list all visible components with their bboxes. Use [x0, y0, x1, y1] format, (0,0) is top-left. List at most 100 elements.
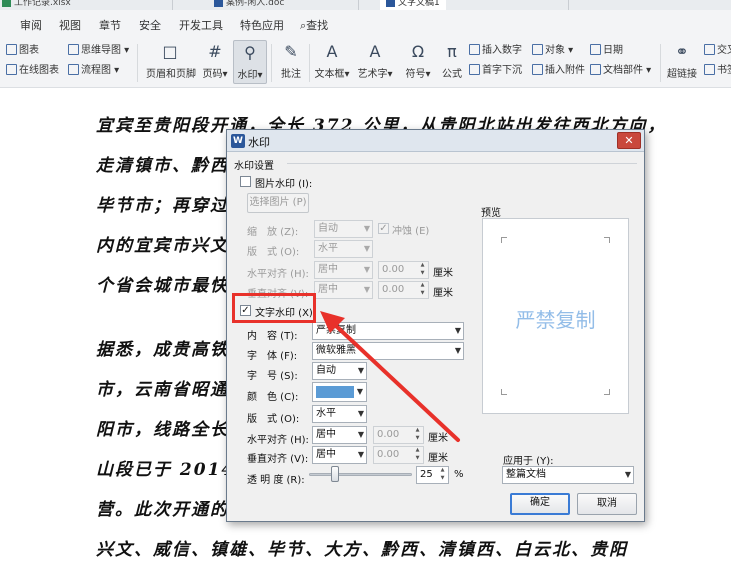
- date-label: 日期: [603, 45, 623, 56]
- chevron-down-icon: ▼: [454, 346, 461, 355]
- preview-watermark-text: 严禁复制: [515, 308, 596, 332]
- menu-developer-tools[interactable]: 开发工具: [179, 17, 223, 33]
- transparency-spinner[interactable]: 25 ▲ ▼: [416, 466, 449, 484]
- mindmap-button[interactable]: 思维导图 ▾: [68, 44, 129, 58]
- picture-h-align-combo[interactable]: 居中 ▼: [314, 261, 373, 279]
- menu-security[interactable]: 安全: [139, 17, 161, 33]
- doc-line: 市，云南省昭通: [96, 380, 229, 400]
- object-button[interactable]: 对象 ▾: [532, 44, 573, 58]
- tab-label: 文字文稿1: [398, 0, 440, 8]
- formula-button[interactable]: π 公式: [437, 40, 467, 84]
- tab-worklog-xlsx[interactable]: 工作记录.xlsx: [2, 0, 71, 10]
- insert-number-button[interactable]: 插入数字: [469, 44, 522, 58]
- text-h-offset-spinner[interactable]: 0.00 ▲ ▼: [373, 426, 424, 444]
- chevron-down-icon: ▼: [454, 326, 461, 335]
- picture-h-align-label: 水平对齐 (H):: [247, 269, 309, 280]
- watermark-button[interactable]: ⚲ 水印▾: [233, 40, 267, 84]
- dialog-titlebar[interactable]: W 水印 ✕: [227, 130, 644, 152]
- watermark-dialog: W 水印 ✕ 水印设置 图片水印 (I): 选择图片 (P) 缩 放 (Z): …: [226, 129, 645, 522]
- content-combo[interactable]: 严禁复制 ▼: [312, 322, 464, 340]
- page-number-label: 页码▾: [202, 69, 228, 80]
- preview-label: 预览: [481, 208, 501, 219]
- mindmap-label: 思维导图: [81, 45, 121, 56]
- group-divider: [287, 163, 637, 164]
- drop-cap-label: 首字下沉: [482, 65, 522, 76]
- comment-button[interactable]: ✎ 批注: [274, 40, 308, 84]
- drop-cap-button[interactable]: 首字下沉: [469, 64, 522, 78]
- wps-writer-icon: W: [231, 134, 245, 148]
- cross-reference-button[interactable]: 交叉: [704, 44, 731, 58]
- menu-section[interactable]: 章节: [99, 17, 121, 33]
- tab-label: 工作记录.xlsx: [14, 0, 71, 8]
- watermark-icon: ⚲: [244, 43, 256, 62]
- picture-v-align-combo[interactable]: 居中 ▼: [314, 281, 373, 299]
- select-picture-button[interactable]: 选择图片 (P): [247, 193, 309, 213]
- symbol-button[interactable]: Ω 符号▾: [401, 40, 435, 84]
- tab-case-doc[interactable]: 案例-闲人.doc: [214, 0, 284, 10]
- scale-combo[interactable]: 自动 ▼: [314, 220, 373, 238]
- link-icon: ⚭: [675, 42, 689, 61]
- flowchart-button[interactable]: 流程图 ▾: [68, 64, 119, 78]
- apply-to-combo[interactable]: 整篇文档 ▼: [502, 466, 634, 484]
- paperclip-icon: [532, 64, 543, 75]
- margin-corner-mark: [604, 389, 610, 395]
- bookmark-icon: [704, 64, 715, 75]
- text-v-offset-spinner[interactable]: 0.00 ▲ ▼: [373, 446, 424, 464]
- formula-label: 公式: [442, 69, 462, 80]
- menu-view[interactable]: 视图: [59, 17, 81, 33]
- tab-document1[interactable]: 文字文稿1: [380, 0, 446, 10]
- close-button[interactable]: ✕: [617, 132, 641, 149]
- menu-find[interactable]: ⌕查找: [300, 17, 328, 33]
- picture-h-offset-spinner[interactable]: 0.00 ▲ ▼: [378, 261, 429, 279]
- menu-special-apps[interactable]: 特色应用: [240, 17, 284, 33]
- text-v-align-combo[interactable]: 居中 ▼: [312, 446, 367, 464]
- size-combo[interactable]: 自动 ▼: [312, 362, 367, 380]
- picture-layout-combo[interactable]: 水平 ▼: [314, 240, 373, 258]
- hyperlink-button[interactable]: ⚭ 超链接: [664, 40, 700, 84]
- margin-corner-mark: [604, 237, 610, 243]
- bookmark-button[interactable]: 书签: [704, 64, 731, 78]
- drop-cap-icon: [469, 64, 480, 75]
- online-chart-button[interactable]: 在线图表: [6, 64, 59, 78]
- document-icon: [214, 0, 223, 7]
- date-button[interactable]: 日期: [590, 44, 623, 58]
- textbox-button[interactable]: A 文本框▾: [313, 40, 351, 84]
- close-icon: ✕: [624, 134, 634, 147]
- watermark-label: 水印▾: [237, 70, 263, 81]
- chart-button[interactable]: 图表: [6, 44, 39, 58]
- header-footer-button[interactable]: □ 页眉和页脚: [146, 40, 196, 84]
- chevron-down-icon: ▼: [356, 387, 363, 396]
- doc-line: 内的宜宾市兴文: [96, 236, 229, 256]
- content-label: 内 容 (T):: [247, 331, 298, 342]
- transparency-slider-thumb[interactable]: [330, 466, 339, 482]
- text-v-align-label: 垂直对齐 (V):: [247, 454, 309, 465]
- font-label: 字 体 (F):: [247, 351, 298, 362]
- color-swatch: [316, 386, 354, 398]
- ok-button[interactable]: 确定: [510, 493, 570, 515]
- picture-watermark-checkbox[interactable]: [240, 176, 251, 187]
- picture-layout-label: 版 式 (O):: [247, 247, 300, 258]
- wordart-button[interactable]: A 艺术字▾: [356, 40, 394, 84]
- text-layout-label: 版 式 (O):: [247, 414, 300, 425]
- document-icon: [386, 0, 395, 7]
- menu-bar: 审阅 视图 章节 安全 开发工具 特色应用 ⌕查找: [0, 10, 731, 38]
- doc-line: 阳市，线路全长: [96, 420, 229, 440]
- number-icon: [469, 44, 480, 55]
- picture-v-offset-spinner[interactable]: 0.00 ▲ ▼: [378, 281, 429, 299]
- chevron-down-icon: ▼: [363, 285, 370, 294]
- transparency-slider-track[interactable]: [309, 473, 412, 476]
- document-parts-button[interactable]: 文档部件 ▾: [590, 64, 651, 78]
- insert-attachment-button[interactable]: 插入附件: [532, 64, 585, 78]
- font-combo[interactable]: 微软雅黑 ▼: [312, 342, 464, 360]
- color-picker[interactable]: ▼: [312, 382, 367, 402]
- cancel-button[interactable]: 取消: [577, 493, 637, 515]
- header-footer-label: 页眉和页脚: [146, 69, 196, 80]
- textbox-icon: A: [326, 42, 338, 61]
- text-h-align-combo[interactable]: 居中 ▼: [312, 426, 367, 444]
- washout-checkbox[interactable]: ✓: [378, 223, 389, 234]
- menu-review[interactable]: 审阅: [20, 17, 42, 33]
- text-layout-combo[interactable]: 水平 ▼: [312, 405, 367, 423]
- margin-corner-mark: [501, 389, 507, 395]
- apply-to-label: 应用于 (Y):: [503, 456, 554, 467]
- page-number-button[interactable]: # 页码▾: [198, 40, 232, 84]
